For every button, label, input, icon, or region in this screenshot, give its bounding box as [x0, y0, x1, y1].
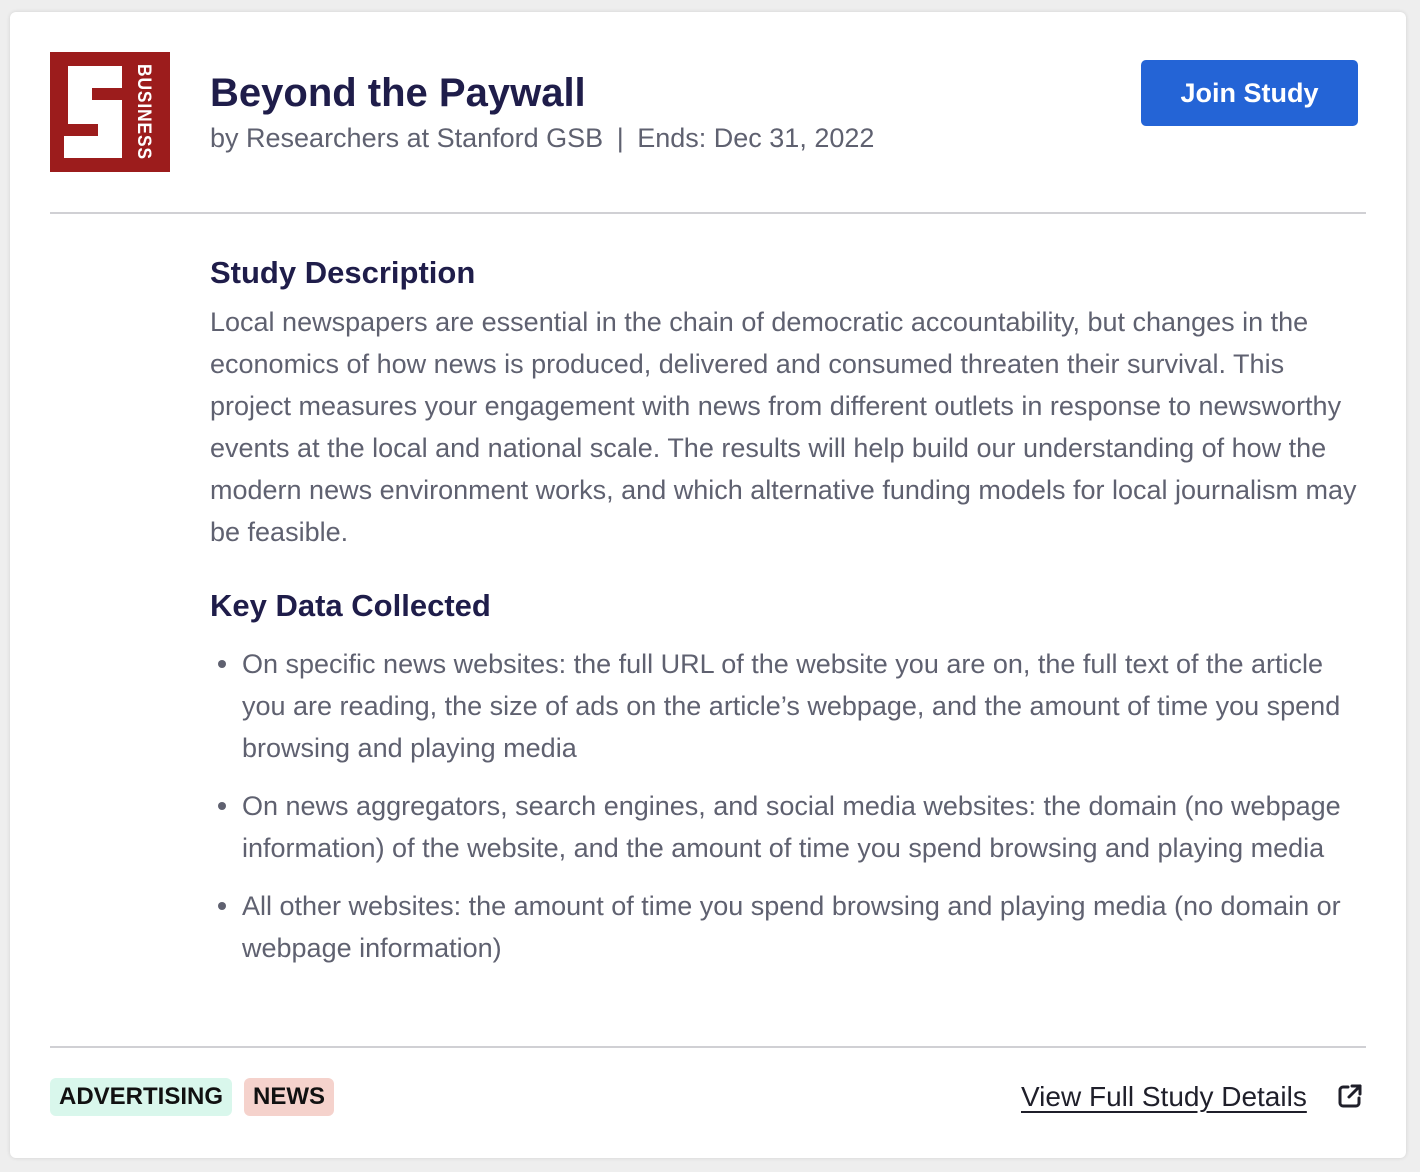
bullet-icon: [218, 660, 226, 668]
key-data-item: On news aggregators, search engines, and…: [210, 785, 1370, 869]
footer-divider: [50, 1046, 1366, 1048]
study-end-date: Ends: Dec 31, 2022: [637, 123, 875, 153]
external-link-icon[interactable]: [1336, 1082, 1364, 1110]
key-data-item-text: On specific news websites: the full URL …: [242, 649, 1341, 763]
svg-text:BUSINESS: BUSINESS: [133, 64, 154, 160]
key-data-item: On specific news websites: the full URL …: [210, 643, 1370, 769]
tag-news[interactable]: NEWS: [244, 1078, 334, 1116]
key-data-item-text: All other websites: the amount of time y…: [242, 891, 1341, 963]
study-card: BUSINESS Beyond the Paywall by Researche…: [10, 12, 1406, 1158]
study-meta: by Researchers at Stanford GSB | Ends: D…: [210, 120, 874, 156]
key-data-item-text: On news aggregators, search engines, and…: [242, 791, 1341, 863]
key-data-heading: Key Data Collected: [210, 588, 491, 623]
stanford-business-logo: BUSINESS: [50, 52, 170, 172]
join-study-button[interactable]: Join Study: [1141, 60, 1358, 126]
meta-separator: |: [616, 123, 624, 153]
study-description-heading: Study Description: [210, 255, 476, 290]
key-data-list: On specific news websites: the full URL …: [210, 643, 1370, 985]
study-header: Beyond the Paywall by Researchers at Sta…: [210, 68, 874, 156]
study-description-text: Local newspapers are essential in the ch…: [210, 307, 1357, 547]
study-title: Beyond the Paywall: [210, 71, 586, 115]
bullet-icon: [218, 902, 226, 910]
tag-advertising[interactable]: ADVERTISING: [50, 1078, 233, 1116]
header-divider: [50, 212, 1366, 214]
view-full-study-details-link[interactable]: View Full Study Details: [1021, 1078, 1307, 1116]
stanford-logo-graphic: BUSINESS: [50, 52, 170, 172]
key-data-item: All other websites: the amount of time y…: [210, 885, 1370, 969]
study-author: by Researchers at Stanford GSB: [210, 123, 604, 153]
bullet-icon: [218, 802, 226, 810]
